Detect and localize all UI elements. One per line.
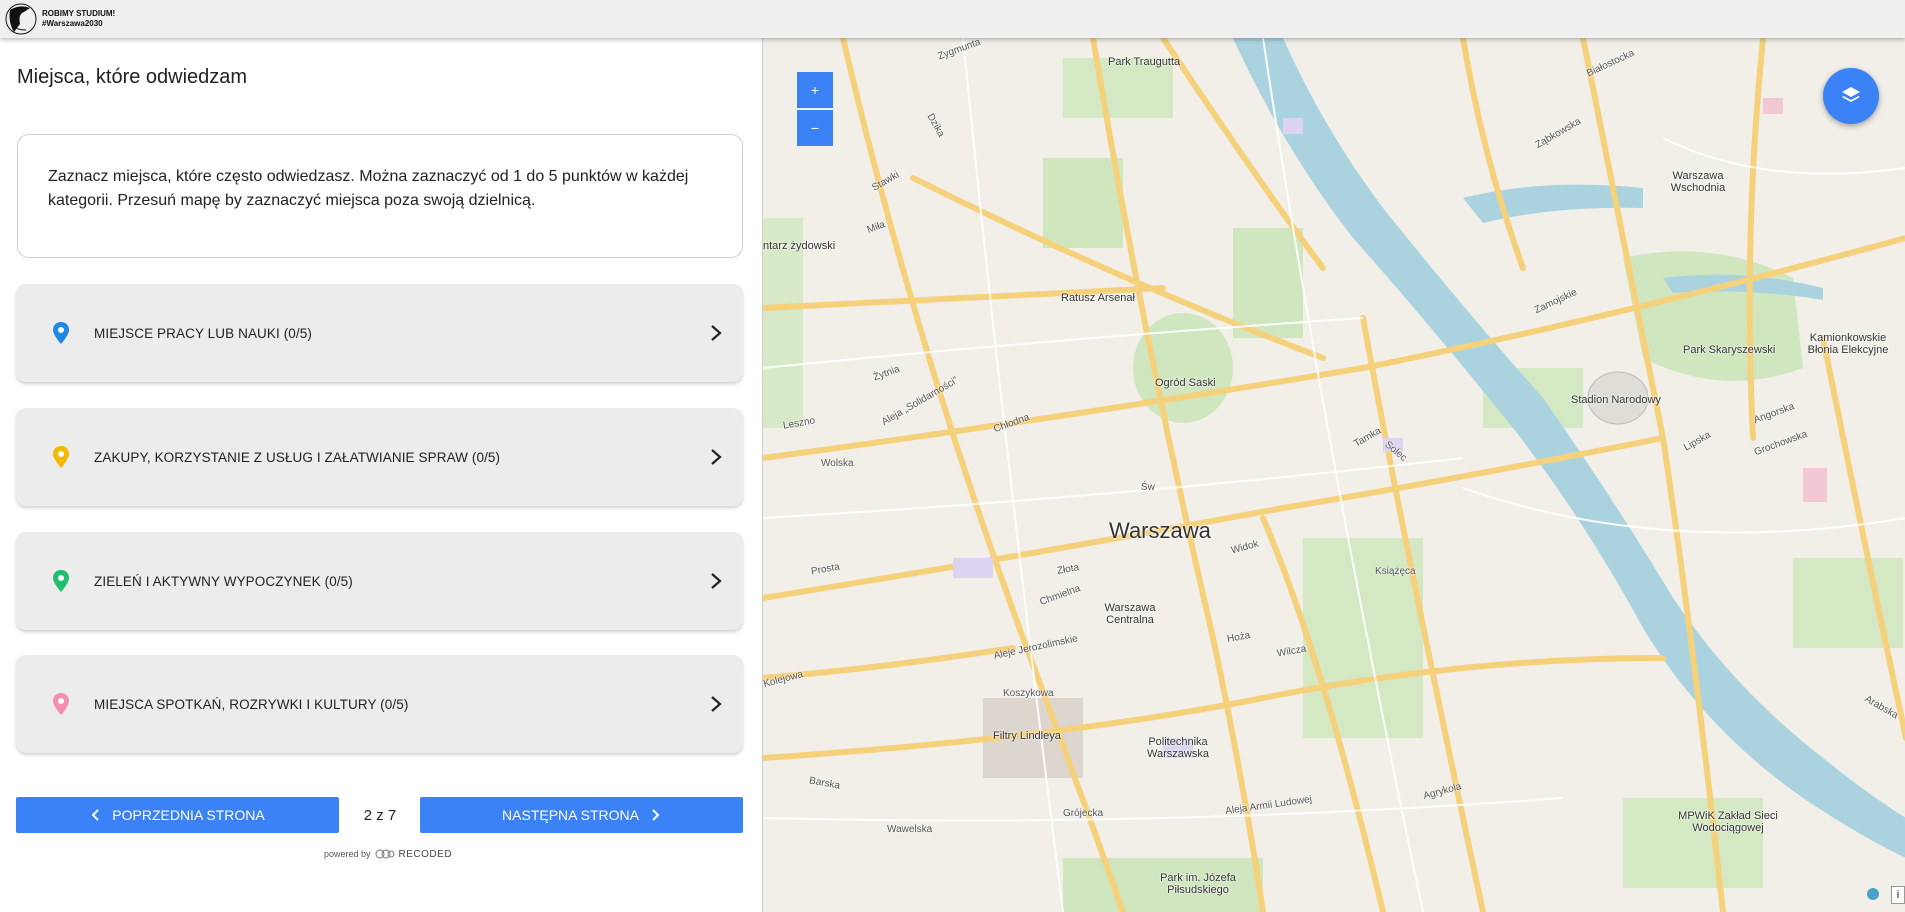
map-label-koszykowa: Koszykowa bbox=[1003, 688, 1054, 699]
layers-icon bbox=[1842, 87, 1860, 102]
map-label-wawelska: Wawelska bbox=[887, 824, 933, 835]
map-label-filtry: Filtry Lindleya bbox=[993, 730, 1061, 742]
logo-line1: ROBIMY STUDIUM! bbox=[42, 9, 116, 18]
category-work-study[interactable]: MIEJSCE PRACY LUB NAUKI (0/5) bbox=[16, 284, 743, 382]
logo[interactable]: ROBIMY STUDIUM! #Warszawa2030 bbox=[4, 2, 115, 36]
category-label: ZIELEŃ I AKTYWNY WYPOCZYNEK (0/5) bbox=[94, 573, 353, 589]
map-pin-icon bbox=[53, 446, 69, 468]
zoom-controls: + − bbox=[797, 72, 833, 146]
category-shopping-services[interactable]: ZAKUPY, KORZYSTANIE Z USŁUG I ZAŁATWIANI… bbox=[16, 408, 743, 506]
chevron-right-icon bbox=[652, 809, 660, 821]
map-label-ratusz: Ratusz Arsenał bbox=[1061, 292, 1135, 304]
chevron-right-icon bbox=[711, 325, 722, 341]
zoom-out-button[interactable]: − bbox=[797, 110, 833, 146]
map-label-kamionkowskie: Kamionkowskie Błonia Elekcyjne bbox=[1807, 332, 1889, 356]
previous-page-label: POPRZEDNIA STRONA bbox=[112, 807, 265, 823]
zoom-in-button[interactable]: + bbox=[797, 72, 833, 108]
category-label: ZAKUPY, KORZYSTANIE Z USŁUG I ZAŁATWIANI… bbox=[94, 449, 501, 465]
layers-button[interactable] bbox=[1823, 68, 1879, 124]
survey-panel: Miejsca, które odwiedzam Zaznacz miejsca… bbox=[0, 38, 762, 912]
map-label-mpwik: MPWiK Zakład Sieci Wodociągowej bbox=[1678, 810, 1778, 834]
instructions-text: Zaznacz miejsca, które często odwiedzasz… bbox=[48, 168, 689, 209]
next-page-label: NASTĘPNA STRONA bbox=[502, 807, 639, 823]
top-bar: ROBIMY STUDIUM! #Warszawa2030 bbox=[0, 0, 1905, 38]
logo-icon bbox=[5, 3, 37, 35]
map-label-grojecka: Grójecka bbox=[1063, 808, 1104, 819]
page-indicator: 2 z 7 bbox=[363, 806, 397, 824]
category-meetings-culture[interactable]: MIEJSCA SPOTKAŃ, ROZRYWKI I KULTURY (0/5… bbox=[16, 655, 743, 753]
attribution-icon[interactable] bbox=[1867, 888, 1879, 900]
map-label-stadion: Stadion Narodowy bbox=[1571, 394, 1661, 406]
powered-by-text: powered by bbox=[324, 849, 371, 859]
map-label-politechnika: Politechnika Warszawska bbox=[1147, 736, 1209, 760]
powered-by-brand: RECODED bbox=[398, 848, 453, 860]
map-label-warszawa-wschodnia: Warszawa Wschodnia bbox=[1670, 170, 1726, 194]
map-label-city: Warszawa bbox=[1109, 518, 1211, 543]
map-label-park-traugutta: Park Traugutta bbox=[1108, 56, 1181, 68]
map-label-swietokrzyska: Św bbox=[1141, 482, 1155, 493]
map[interactable]: Warszawa Park Traugutta Ratusz Arsenał O… bbox=[762, 38, 1905, 912]
logo-line2: #Warszawa2030 bbox=[42, 19, 103, 28]
map-label-wolska: Wolska bbox=[821, 458, 854, 469]
category-green-recreation[interactable]: ZIELEŃ I AKTYWNY WYPOCZYNEK (0/5) bbox=[16, 532, 743, 630]
map-pin-icon bbox=[53, 570, 69, 592]
next-page-button[interactable]: NASTĘPNA STRONA bbox=[420, 797, 743, 833]
instructions-box: Zaznacz miejsca, które często odwiedzasz… bbox=[17, 134, 743, 258]
chevron-right-icon bbox=[711, 449, 722, 465]
powered-by[interactable]: powered by RECODED bbox=[324, 848, 452, 860]
category-label: MIEJSCE PRACY LUB NAUKI (0/5) bbox=[94, 325, 312, 341]
map-label-park-pilsudskiego: Park im. Józefa Piłsudskiego bbox=[1160, 872, 1236, 896]
map-label-park-skaryszewski: Park Skaryszewski bbox=[1683, 344, 1776, 356]
map-label-cmentarz: ntarz żydowski bbox=[763, 240, 836, 252]
chevron-left-icon bbox=[91, 809, 99, 821]
recoded-logo-icon bbox=[375, 849, 395, 859]
map-label-ksiazeca: Książęca bbox=[1375, 566, 1416, 577]
attribution-button[interactable]: i bbox=[1891, 886, 1905, 904]
map-pin-icon bbox=[53, 693, 69, 715]
previous-page-button[interactable]: POPRZEDNIA STRONA bbox=[16, 797, 339, 833]
page-title: Miejsca, które odwiedzam bbox=[17, 66, 248, 88]
map-pin-icon bbox=[53, 322, 69, 344]
category-label: MIEJSCA SPOTKAŃ, ROZRYWKI I KULTURY (0/5… bbox=[94, 696, 409, 712]
map-tiles[interactable] bbox=[763, 38, 1905, 912]
chevron-right-icon bbox=[711, 696, 722, 712]
map-label-warszawa-centralna: Warszawa Centralna bbox=[1104, 602, 1156, 626]
map-label-ogrod-saski: Ogród Saski bbox=[1155, 377, 1216, 389]
chevron-right-icon bbox=[711, 573, 722, 589]
